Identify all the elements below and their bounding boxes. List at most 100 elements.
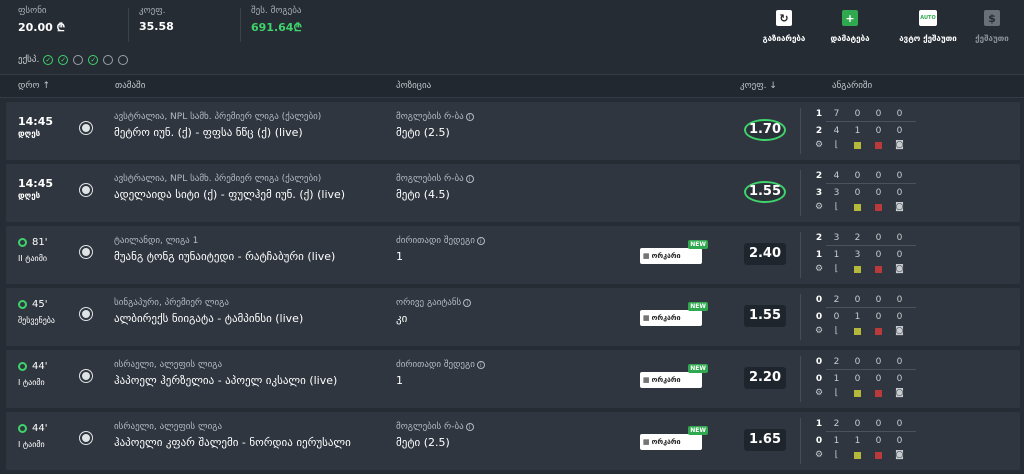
match-info[interactable]: ტაილანდი, ლიგა 1 მუანგ ტონგ იუნაიტედი - რ… xyxy=(114,236,335,263)
corner-icon: ⌊ xyxy=(834,202,839,212)
live-time: 81' II ტაიმი xyxy=(18,237,47,263)
yellow-card-icon xyxy=(847,265,868,273)
info-icon[interactable]: i xyxy=(465,174,474,183)
score-cell: 1 xyxy=(815,108,823,119)
info-icon[interactable]: i xyxy=(463,298,472,307)
gear-icon: ⚙ xyxy=(814,450,824,460)
bet-row[interactable]: 14:45 დღეს ავსტრალია, NPL სამხ. პრემიერ ლი… xyxy=(6,164,1020,222)
promo-badge[interactable]: ▦ ორკარი NEW xyxy=(640,426,708,450)
red-card-icon xyxy=(868,265,889,273)
odds-value: 2.20 xyxy=(744,367,786,389)
info-icon[interactable]: i xyxy=(465,112,474,121)
auto-cashout-button[interactable]: AUTO ავტო ქეშაუთი xyxy=(896,10,960,43)
promo-badge[interactable]: ▦ ორკარი NEW xyxy=(640,240,708,264)
action-label: ქეშაუთი xyxy=(975,34,1009,43)
score-cell: 0 xyxy=(875,170,882,181)
info-icon[interactable]: i xyxy=(465,422,474,431)
match-stats: 1 7 0 0 0 2 4 1 0 0 ⚙ ⌊ ◙ xyxy=(812,106,916,152)
stake-label: ფსონი xyxy=(18,6,47,16)
start-time: 14:45 დღეს xyxy=(18,178,53,202)
score-row: 02000 xyxy=(812,292,916,307)
match-stats: 2 3 2 0 0 1 1 3 0 0 ⚙ ⌊ ◙ xyxy=(812,230,916,276)
stake-value: 20.00 ₾ xyxy=(18,21,66,34)
table-header: დრო ↑ თამაში პოზიცია კოეფ. ↓ ანგარიში xyxy=(0,74,1024,98)
position-info: ორივე გაიტანს i კი xyxy=(396,298,472,325)
add-button[interactable]: + დამატება xyxy=(818,10,882,43)
time-day: დღეს xyxy=(18,191,41,200)
score-cell: 2 xyxy=(815,170,823,181)
bet-row[interactable]: 45' შესვენება სინგაპური, პრემიერ ლიგა ალბირ… xyxy=(6,288,1020,346)
score-cell: 2 xyxy=(815,125,823,136)
selection: 1 xyxy=(396,374,403,387)
info-icon[interactable]: i xyxy=(476,360,485,369)
score-cell: 0 xyxy=(875,435,882,446)
bet-summary-bar: ფსონი 20.00 ₾ კოეფ. 35.58 შეს. მოგება 69… xyxy=(0,0,1024,44)
header-date[interactable]: დრო ↑ xyxy=(18,81,50,91)
live-indicator-icon xyxy=(18,300,27,309)
live-time: 44' I ტაიმი xyxy=(18,423,47,449)
bet-row[interactable]: 81' II ტაიმი ტაილანდი, ლიგა 1 მუანგ ტონგ იუ… xyxy=(6,226,1020,284)
gear-icon: ⚙ xyxy=(814,202,824,212)
match-period: შესვენება xyxy=(18,316,55,325)
selection: კი xyxy=(396,312,408,325)
match-stats: 0 2 0 0 0 0 1 0 0 0 ⚙ ⌊ ◙ xyxy=(812,354,916,400)
live-time: 44' I ტაიმი xyxy=(18,361,47,387)
promo-badge[interactable]: ▦ ორკარი NEW xyxy=(640,364,708,388)
market-name: ძირითადი შედეგი xyxy=(396,236,475,246)
corner-icon: ⌊ xyxy=(834,264,839,274)
match-period: I ტაიმი xyxy=(18,440,45,449)
promo-badge[interactable]: ▦ ორკარი NEW xyxy=(640,302,708,326)
match-info[interactable]: სინგაპური, პრემიერ ლიგა ალბირექს ნიიგატა … xyxy=(114,298,303,325)
promo-label: ორკარი xyxy=(651,314,681,322)
market-name: მოგლების რ-ბა xyxy=(396,174,464,184)
divider xyxy=(800,108,801,154)
match-period: I ტაიმი xyxy=(18,378,45,387)
auto-icon: AUTO xyxy=(919,10,937,26)
header-odds[interactable]: კოეფ. ↓ xyxy=(740,81,777,91)
match-info[interactable]: ავსტრალია, NPL სამხ. პრემიერ ლიგა (ქალებ… xyxy=(114,112,321,139)
match-info[interactable]: ავსტრალია, NPL სამხ. პრემიერ ლიგა (ქალებ… xyxy=(114,174,345,201)
match-info[interactable]: ისრაელი, ალეფის ლიგა ჰაპოელ ჰერზელია - აპ… xyxy=(114,360,337,387)
score-row: 23200 xyxy=(812,230,916,245)
score-cell: 0 xyxy=(875,125,882,136)
corner-icon: ⌊ xyxy=(834,326,839,336)
teams: ადელაიდა სიტი (ქ) - ფულჰემ იუნ. (ქ) (liv… xyxy=(114,188,346,201)
score-cell: 0 xyxy=(875,418,882,429)
bet-row[interactable]: 44' I ტაიმი ისრაელი, ალეფის ლიგა ჰაპოელ ჰერ… xyxy=(6,350,1020,408)
score-cell: 3 xyxy=(854,249,861,260)
share-button[interactable]: ↻ გაზიარება xyxy=(752,10,816,43)
odds-summary: კოეფ. 35.58 xyxy=(139,6,174,33)
yellow-card-icon xyxy=(847,203,868,211)
soccer-ball-icon xyxy=(80,308,92,320)
gear-icon: ⚙ xyxy=(814,388,824,398)
cashout-button[interactable]: $ ქეშაუთი xyxy=(960,10,1024,43)
bet-row[interactable]: 14:45 დღეს ავსტრალია, NPL სამხ. პრემიერ ლი… xyxy=(6,102,1020,160)
payout-label: შეს. მოგება xyxy=(251,6,302,16)
odds-value: 1.55 xyxy=(744,181,786,203)
score-cell: 0 xyxy=(896,125,903,136)
header-stats: ანგარიში xyxy=(832,81,873,91)
score-cell: 0 xyxy=(896,294,903,305)
score-cell: 0 xyxy=(854,356,861,367)
teams: მუანგ ტონგ იუნაიტედი - რატჩაბური (live) xyxy=(114,250,336,263)
stat-icons: ⚙ ⌊ ◙ xyxy=(812,324,916,338)
corner-icon: ⌊ xyxy=(834,388,839,398)
bet-row[interactable]: 44' I ტაიმი ისრაელი, ალეფის ლიგა ჰაპოელი კფ… xyxy=(6,412,1020,470)
score-row: 02000 xyxy=(812,354,916,369)
info-icon[interactable]: i xyxy=(476,236,485,245)
yellow-card-icon xyxy=(847,389,868,397)
divider xyxy=(128,8,129,42)
score-cell: 0 xyxy=(896,418,903,429)
match-minute: 44' xyxy=(32,423,48,434)
score-cell: 0 xyxy=(896,373,903,384)
action-label: ავტო ქეშაუთი xyxy=(899,34,957,43)
score-cell: 0 xyxy=(896,108,903,119)
match-info[interactable]: ისრაელი, ალეფის ლიგა ჰაპოელი კფარ შალემი … xyxy=(114,422,351,449)
yellow-card-icon xyxy=(847,327,868,335)
stat-icons: ⚙ ⌊ ◙ xyxy=(812,448,916,462)
score-cell: 0 xyxy=(815,435,823,446)
red-card-icon xyxy=(868,327,889,335)
score-cell: 1 xyxy=(833,435,840,446)
header-position: პოზიცია xyxy=(396,81,432,91)
stake-summary: ფსონი 20.00 ₾ xyxy=(18,6,65,35)
